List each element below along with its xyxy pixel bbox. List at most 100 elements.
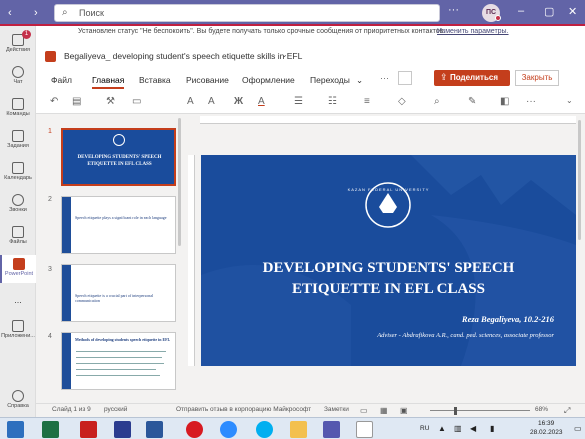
tab-home[interactable]: Главная — [92, 75, 125, 89]
thumbnail-scrollbar[interactable] — [178, 118, 181, 246]
change-settings-link[interactable]: Изменить параметры. — [437, 28, 509, 35]
zoom-slider[interactable] — [430, 410, 530, 411]
align-icon[interactable]: ≡ — [364, 96, 370, 107]
teams-icon — [12, 98, 24, 110]
tab-file[interactable]: Файл — [51, 75, 72, 85]
find-icon[interactable]: ⌕ — [434, 96, 440, 107]
clock-time[interactable]: 16:39 — [538, 420, 554, 427]
reading-view-icon[interactable]: ▣ — [400, 406, 408, 415]
ribbon-toolbar: ↶ ▤ ⚒ ▭ A A Ж A ☰ ☷ ≡ ◇ ⌕ ✎ ◧ ··· ⌄ — [36, 90, 585, 114]
search-input[interactable]: ⌕ Поиск — [54, 4, 440, 22]
rail-item-powerpoint[interactable]: PowerPoint — [0, 255, 36, 283]
more-options-icon[interactable]: ··· — [448, 4, 459, 16]
forward-arrow-icon[interactable]: › — [34, 7, 38, 19]
numbering-icon[interactable]: ☷ — [328, 96, 337, 107]
rail-item-calls[interactable]: Звонки — [0, 194, 36, 213]
notes-button[interactable]: Заметки — [324, 406, 349, 413]
paste-icon[interactable]: ▤ — [72, 96, 81, 107]
canvas-scrollbar[interactable] — [578, 120, 581, 240]
thumbnail-slide-1[interactable]: DEVELOPING STUDENTS' SPEECH ETIQUETTE IN… — [61, 128, 176, 186]
tabs-chevron-icon[interactable]: ⌄ — [356, 75, 363, 86]
thumb-2-title: Speech etiquette plays a significant rol… — [75, 215, 167, 220]
title-chevron-icon[interactable]: ⌄ — [281, 50, 288, 59]
slide-title: DEVELOPING STUDENTS' SPEECH ETIQUETTE IN… — [201, 258, 576, 300]
rail-item-teams[interactable]: Команды — [0, 98, 36, 117]
sorter-view-icon[interactable]: ▦ — [380, 406, 388, 415]
tray-arrow-icon[interactable]: ▲ — [438, 424, 446, 433]
thumbnail-slide-4[interactable]: Methods of developing students speech et… — [61, 332, 176, 390]
bullets-icon[interactable]: ☰ — [294, 96, 303, 107]
thumb-4-title: Methods of developing students speech et… — [75, 337, 171, 342]
tab-transitions[interactable]: Переходы — [310, 75, 350, 85]
volume-icon[interactable]: ◀ — [470, 424, 476, 433]
dictate-icon[interactable]: ◧ — [500, 96, 509, 107]
battery-icon[interactable]: ▮ — [490, 424, 494, 433]
thumbnail-slide-3[interactable]: Speech etiquette is a crucial part of in… — [61, 264, 176, 322]
notification-icon[interactable]: ▭ — [574, 424, 582, 433]
normal-view-icon[interactable]: ▭ — [360, 406, 368, 415]
undo-icon[interactable]: ↶ — [50, 96, 58, 107]
slide-title-line-1: DEVELOPING STUDENTS' SPEECH — [262, 260, 515, 276]
tab-design[interactable]: Оформление — [242, 75, 295, 85]
zoom-icon[interactable] — [220, 421, 237, 438]
acrobat-icon[interactable] — [80, 421, 97, 438]
notepad-icon[interactable] — [356, 421, 373, 438]
thumbnail-slide-2[interactable]: Speech etiquette plays a significant rol… — [61, 196, 176, 254]
start-icon[interactable] — [7, 421, 24, 438]
zoom-slider-thumb[interactable] — [454, 407, 457, 415]
new-slide-icon[interactable]: ▭ — [132, 96, 141, 107]
vertical-ruler — [188, 155, 195, 366]
ribbon-more-icon[interactable]: ··· — [526, 96, 536, 107]
rail-item-more[interactable]: ... — [0, 295, 36, 305]
designer-icon[interactable]: ✎ — [468, 96, 476, 107]
minimize-icon[interactable]: – — [518, 5, 524, 17]
rail-item-assignments[interactable]: Задания — [0, 130, 36, 149]
increase-font-icon[interactable]: A — [187, 96, 194, 107]
save-icon[interactable] — [114, 421, 131, 438]
shapes-icon[interactable]: ◇ — [398, 96, 406, 107]
slide-number-2: 2 — [48, 196, 52, 203]
tab-draw[interactable]: Рисование — [186, 75, 229, 85]
excel-icon[interactable] — [42, 421, 59, 438]
zoom-level[interactable]: 68% — [535, 406, 548, 413]
rail-item-help[interactable]: Справка — [0, 390, 36, 409]
document-title[interactable]: Begaliyeva_ developing student's speech … — [64, 51, 302, 61]
rail-item-activity[interactable]: Действия — [0, 34, 36, 53]
file-icon — [12, 226, 24, 238]
format-painter-icon[interactable]: ⚒ — [106, 96, 115, 107]
tab-insert[interactable]: Вставка — [139, 75, 171, 85]
thumb-accent-bar — [62, 333, 71, 389]
rail-item-apps[interactable]: Приложени... — [0, 320, 36, 339]
font-color-icon[interactable]: A — [258, 96, 265, 107]
present-icon[interactable] — [398, 71, 412, 85]
file-explorer-icon[interactable] — [290, 421, 307, 438]
back-arrow-icon[interactable]: ‹ — [8, 7, 12, 19]
more-tabs-icon[interactable]: ··· — [380, 73, 389, 83]
teams-taskbar-icon[interactable] — [323, 421, 340, 438]
fit-to-window-icon[interactable]: ⤢ — [564, 406, 570, 416]
input-language[interactable]: RU — [420, 425, 429, 432]
close-window-icon[interactable]: ✕ — [568, 5, 577, 18]
main-slide[interactable]: KAZAN FEDERAL UNIVERSITY DEVELOPING STUD… — [201, 155, 576, 366]
maximize-icon[interactable]: ▢ — [544, 5, 554, 18]
language-status[interactable]: русский — [104, 406, 127, 413]
rail-item-chat[interactable]: Чат — [0, 66, 36, 85]
clock-date[interactable]: 28.02.2023 — [530, 429, 563, 436]
ribbon-collapse-icon[interactable]: ⌄ — [566, 96, 573, 105]
network-icon[interactable]: ▥ — [454, 424, 462, 433]
skype-icon[interactable] — [256, 421, 273, 438]
decrease-font-icon[interactable]: A — [208, 96, 215, 107]
rail-label-calendar: Календарь — [4, 175, 32, 181]
opera-icon[interactable] — [186, 421, 203, 438]
share-icon: ⇪ — [440, 72, 448, 82]
phone-icon — [12, 194, 24, 206]
word-icon[interactable] — [146, 421, 163, 438]
feedback-link[interactable]: Отправить отзыв в корпорацию Майкрософт — [176, 406, 311, 413]
close-document-button[interactable]: Закрыть — [515, 70, 559, 86]
slide-number-3: 3 — [48, 266, 52, 273]
rail-label-assignments: Задания — [7, 143, 29, 149]
apps-icon — [12, 320, 24, 332]
rail-item-files[interactable]: Файлы — [0, 226, 36, 245]
rail-item-calendar[interactable]: Календарь — [0, 162, 36, 181]
bold-icon[interactable]: Ж — [234, 96, 243, 107]
